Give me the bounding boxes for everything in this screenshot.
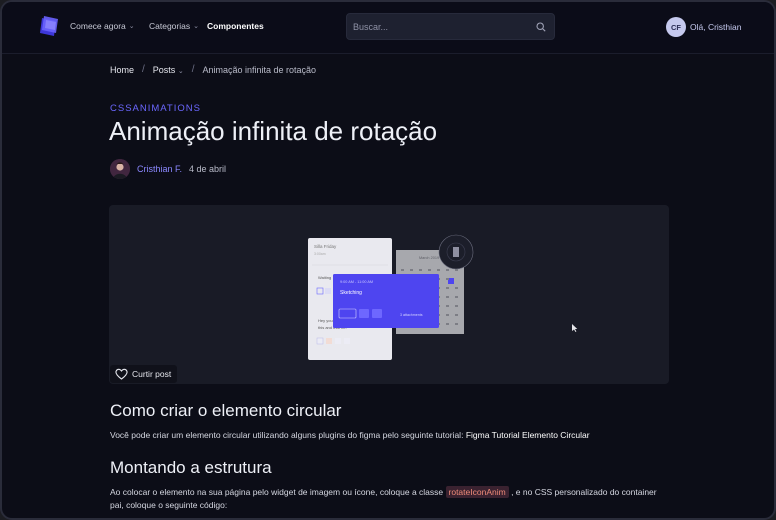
author-photo-icon [110,159,130,179]
breadcrumb-home[interactable]: Home [110,65,134,75]
chevron-down-icon: ⌄ [128,23,135,30]
chevron-down-icon: ⌄ [177,67,184,75]
nav-label: Componentes [207,21,264,31]
hero-image: Silla Friday 3:00am Waiting Hey you this… [109,205,669,384]
breadcrumb-separator: / [142,64,145,75]
popover-footer-text: 3 attachments [400,313,423,317]
calendar-day-cell [437,269,440,271]
calendar-day-cell [446,323,449,325]
calendar-day-cell [446,287,449,289]
paragraph-text: Ao colocar o elemento na sua página pelo… [110,487,444,497]
calendar-day-cell [410,269,413,271]
calendar-day-cell [455,314,458,316]
card-sub-text: 3:00am [314,252,326,256]
user-greeting[interactable]: Olá, Cristhian [690,22,742,32]
tutorial-link[interactable]: Figma Tutorial Elemento Circular [466,430,590,440]
calendar-day-cell [446,314,449,316]
calendar-day-cell [455,269,458,271]
popover-title-text: Sketching [340,290,362,296]
section-text-circular: Você pode criar um elemento circular uti… [110,429,590,442]
cursor-icon [572,324,578,332]
calendar-day-cell [455,296,458,298]
inline-code: rotateIconAnim [445,486,509,498]
author-avatar[interactable] [110,159,130,179]
rotating-badge [438,234,474,270]
card-header-text: Silla Friday [314,244,337,249]
nav-comece-agora[interactable]: Comece agora ⌄ [70,21,135,31]
top-navbar: Comece agora ⌄ Categorias ⌄ Componentes … [2,2,774,54]
search-input[interactable] [353,19,533,34]
calendar-day-cell [419,269,422,271]
app-window: Comece agora ⌄ Categorias ⌄ Componentes … [0,0,776,520]
post-category[interactable]: CSSANIMATIONS [110,103,201,114]
paragraph-text: Você pode criar um elemento circular uti… [110,430,464,440]
calendar-day-cell [446,305,449,307]
card-line2-text: Hey you [318,318,333,323]
search-icon[interactable] [536,22,546,32]
calendar-day-cell [455,305,458,307]
calendar-day-cell [428,269,431,271]
card-line-text: Waiting [318,275,331,280]
calendar-day-cell [455,287,458,289]
breadcrumb-current: Animação infinita de rotação [202,64,317,75]
calendar-day-cell [446,278,449,280]
paragraph-text: pai, coloque o seguinte código: [110,500,228,510]
section-text-estrutura: Ao colocar o elemento na sua página pelo… [110,486,670,512]
author-name[interactable]: Cristhian F. [137,164,182,174]
post-date: 4 de abril [189,164,227,174]
like-label: Curtir post [132,369,172,379]
paragraph-text: , e no CSS personalizado do container [511,487,657,497]
logo-icon[interactable] [36,15,60,39]
breadcrumb-separator: / [191,64,195,75]
like-post-button[interactable]: Curtir post [110,365,177,383]
calendar-title-text: March 2019 [419,256,439,260]
page-title: Animação infinita de rotação [109,116,438,146]
calendar-day-cell [446,296,449,298]
breadcrumb-posts[interactable]: Posts ⌄ [153,65,184,75]
popover-time-text: 9:00 AM - 11:00 AM [340,280,373,284]
search-box [346,13,555,40]
nav-label: Comece agora [70,21,126,31]
chevron-down-icon: ⌄ [193,23,199,30]
heart-icon [115,368,128,380]
breadcrumb: Home / Posts ⌄ / Animação infinita de ro… [110,64,316,75]
user-avatar[interactable]: CF [666,17,686,37]
nav-categorias[interactable]: Categorias ⌄ [149,21,199,31]
calendar-day-cell [401,269,404,271]
calendar-day-cell [455,323,458,325]
section-heading-circular: Como criar o elemento circular [110,401,342,420]
section-heading-estrutura: Montando a estrutura [110,458,272,477]
calendar-day-cell [446,269,449,271]
breadcrumb-posts-label: Posts [152,64,176,75]
nav-label: Categorias [149,21,191,31]
nav-componentes[interactable]: Componentes [207,21,264,31]
hero-illustration: Silla Friday 3:00am Waiting Hey you this… [308,234,578,360]
